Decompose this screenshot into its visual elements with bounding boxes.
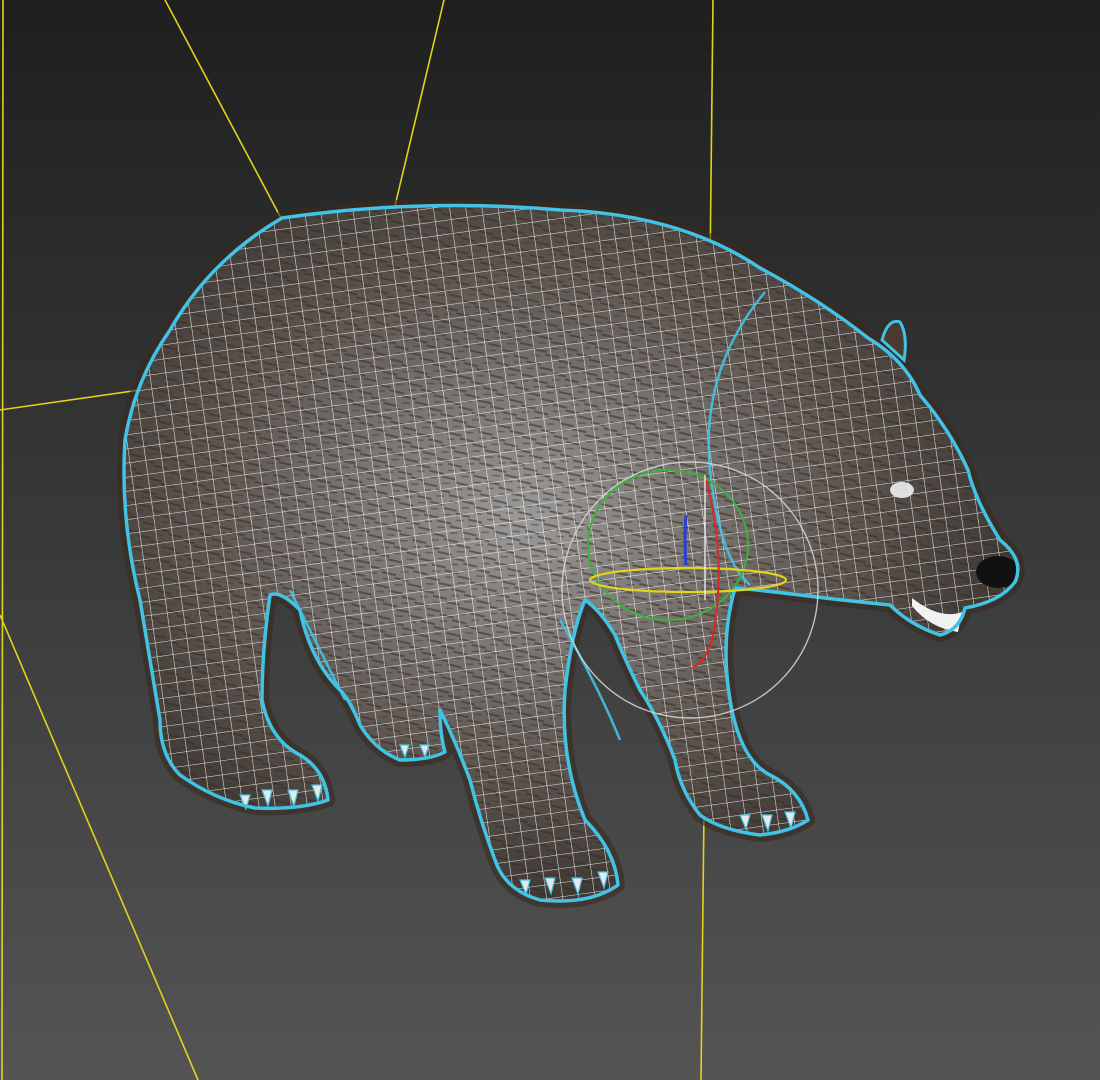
scene-layer[interactable] (0, 0, 1100, 1080)
bear-eye (890, 482, 914, 498)
spline-line-2[interactable] (393, 0, 445, 211)
bear-model[interactable] (117, 198, 1025, 908)
spline-line-1[interactable] (164, 0, 283, 221)
3d-viewport[interactable] (0, 0, 1100, 1080)
bear-wireframe (124, 205, 1018, 901)
spline-line-4[interactable] (0, 389, 141, 411)
gizmo-z-axis-ring[interactable] (683, 514, 688, 566)
spline-line-5[interactable] (1, 0, 4, 1080)
